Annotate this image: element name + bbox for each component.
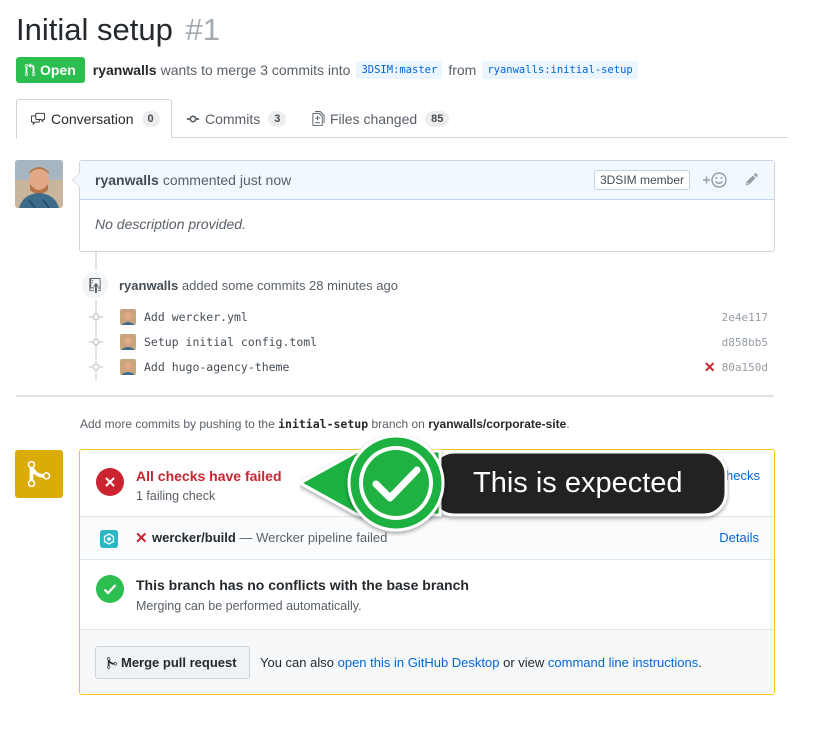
comment-body: No description provided. <box>95 216 246 232</box>
avatar[interactable] <box>120 359 136 375</box>
head-ref[interactable]: ryanwalls:initial-setup <box>482 61 638 79</box>
commit-sha-link[interactable]: d858bb5 <box>722 336 768 349</box>
wercker-logo-icon <box>100 530 118 548</box>
push-text: added some commits 28 minutes ago <box>181 278 398 293</box>
push-author-link[interactable]: ryanwalls <box>119 278 178 293</box>
merge-button-label: Merge pull request <box>121 655 237 670</box>
git-pull-request-icon <box>24 63 36 77</box>
status-title: All checks have failed <box>136 468 282 484</box>
git-merge-icon <box>107 656 117 669</box>
state-badge: Open <box>16 57 85 83</box>
x-icon <box>96 468 124 496</box>
conflicts-section: This branch has no conflicts with the ba… <box>80 560 774 630</box>
add-reaction-icon[interactable] <box>702 171 728 192</box>
state-label: Open <box>40 62 76 78</box>
avatar[interactable] <box>15 160 63 208</box>
add-more-middle: branch on <box>371 417 425 431</box>
add-more-commits-note: Add more commits by pushing to the initi… <box>80 417 570 431</box>
alt-suffix: . <box>698 655 702 670</box>
commit-message-link[interactable]: Add wercker.yml <box>144 310 722 324</box>
merge-text: wants to merge 3 commits into <box>160 62 351 78</box>
tab-label: Files changed <box>330 110 418 127</box>
alternative-merge-text: You can also open this in GitHub Desktop… <box>260 655 702 670</box>
check-separator: — <box>239 530 253 545</box>
pr-author-link[interactable]: ryanwalls <box>93 62 157 78</box>
commit-sha-link[interactable]: 80a150d <box>722 361 768 374</box>
push-event: ryanwalls added some commits 28 minutes … <box>119 278 398 293</box>
git-commit-icon <box>86 337 106 347</box>
page-title: Initial setup #1 <box>16 12 220 48</box>
list-item: Add hugo-agency-theme ✕ 80a150d <box>86 356 768 378</box>
check-context: wercker/build <box>152 530 236 545</box>
alt-prefix: You can also <box>260 655 334 670</box>
tab-counter: 0 <box>141 111 160 127</box>
avatar[interactable] <box>120 309 136 325</box>
repo-push-icon <box>80 270 110 300</box>
tab-files-changed[interactable]: Files changed 85 <box>312 99 450 138</box>
x-icon[interactable]: ✕ <box>704 359 716 376</box>
tab-conversation[interactable]: Conversation 0 <box>16 99 172 139</box>
comment-action: commented just now <box>162 172 292 188</box>
pr-tabs: Conversation 0 Commits 3 Files changed 8… <box>16 99 788 139</box>
tab-counter: 3 <box>268 110 287 127</box>
merge-pull-request-button[interactable]: Merge pull request <box>95 646 250 679</box>
check-icon <box>96 575 124 603</box>
pr-title: Initial setup <box>16 12 173 47</box>
commit-message-link[interactable]: Setup initial config.toml <box>144 335 722 349</box>
avatar[interactable] <box>120 334 136 350</box>
git-commit-icon <box>86 312 106 322</box>
command-line-instructions-link[interactable]: command line instructions <box>548 655 698 670</box>
list-item: Add wercker.yml 2e4e117 <box>86 306 768 328</box>
show-all-checks-link[interactable]: hecks <box>726 468 760 483</box>
callout-text: This is expected <box>473 467 683 499</box>
alt-middle: or view <box>503 655 545 670</box>
conflicts-title: This branch has no conflicts with the ba… <box>136 577 469 593</box>
tab-label: Commits <box>205 110 261 127</box>
repo-name: ryanwalls/corporate-site <box>428 417 567 431</box>
tab-commits[interactable]: Commits 3 <box>186 99 287 138</box>
tab-label: Conversation <box>51 111 134 127</box>
x-icon: ✕ <box>135 530 148 547</box>
base-ref[interactable]: 3DSIM:master <box>356 61 443 79</box>
tab-counter: 85 <box>425 110 450 127</box>
comment-box: ryanwalls commented just now 3DSIM membe… <box>72 160 775 252</box>
from-text: from <box>448 62 477 78</box>
commit-sha-link[interactable]: 2e4e117 <box>722 311 768 324</box>
git-commit-icon <box>86 362 106 372</box>
pencil-icon[interactable] <box>745 172 759 189</box>
list-item: Setup initial config.toml d858bb5 <box>86 331 768 353</box>
conflicts-subtitle: Merging can be performed automatically. <box>136 599 362 613</box>
comment-discussion-icon <box>31 112 45 126</box>
annotation-callout: This is expected <box>300 436 730 536</box>
add-more-prefix: Add more commits by pushing to the <box>80 417 275 431</box>
git-merge-icon <box>15 450 63 498</box>
commit-message-link[interactable]: Add hugo-agency-theme <box>144 360 704 374</box>
pr-meta: Open ryanwalls wants to merge 3 commits … <box>16 57 644 83</box>
member-badge: 3DSIM member <box>593 170 690 190</box>
status-subtitle: 1 failing check <box>136 489 216 503</box>
open-in-desktop-link[interactable]: open this in GitHub Desktop <box>338 655 500 670</box>
branch-name: initial-setup <box>278 417 369 431</box>
comment-author-link[interactable]: ryanwalls <box>95 172 159 188</box>
merge-actions: Merge pull request You can also open thi… <box>80 630 774 694</box>
add-more-suffix: . <box>566 417 570 431</box>
git-commit-icon <box>186 115 200 122</box>
pr-number: #1 <box>185 12 220 47</box>
diff-icon <box>312 111 325 126</box>
timeline-divider <box>16 395 774 397</box>
